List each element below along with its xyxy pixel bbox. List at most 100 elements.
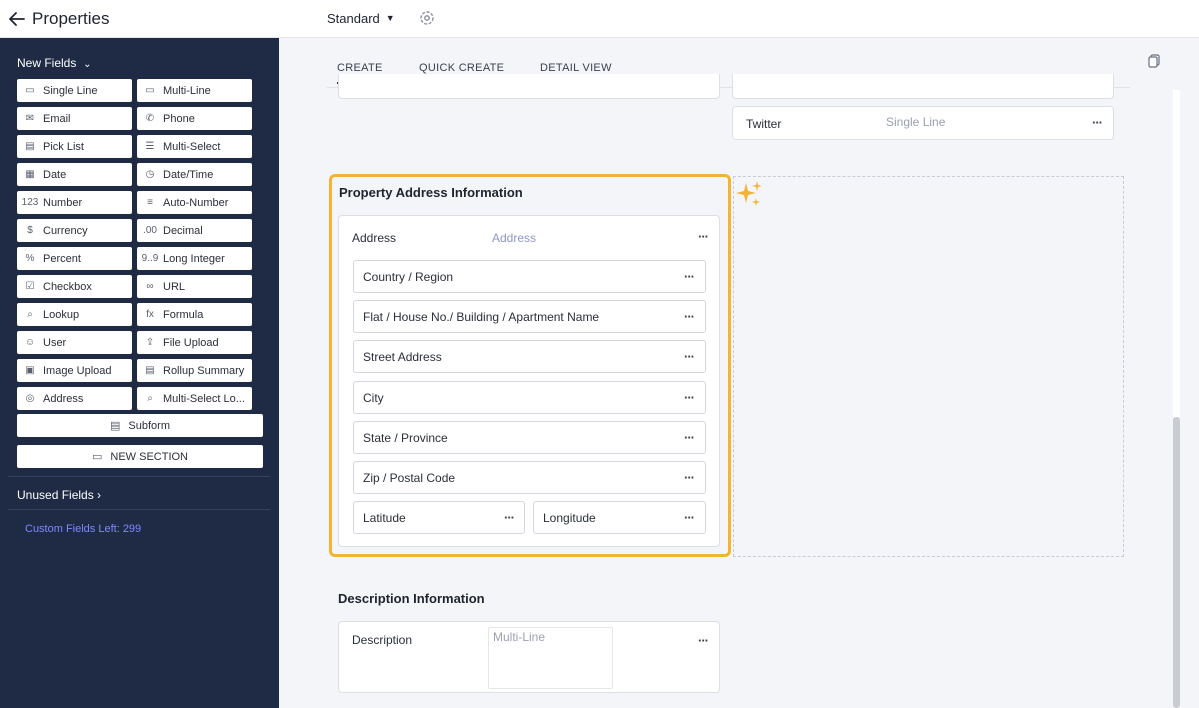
gear-icon[interactable] (418, 9, 436, 27)
scrollbar-thumb[interactable] (1173, 417, 1180, 708)
field-type-label: Multi-Line (163, 84, 211, 97)
field-type-button[interactable]: ▣ Image Upload (17, 359, 132, 382)
field-type-icon: ☰ (145, 141, 155, 152)
layout-dropdown[interactable]: Standard ▼ (327, 11, 395, 26)
tab-quick-create[interactable]: QUICK CREATE (419, 62, 504, 74)
address-subfield[interactable]: Country / Region ··· (353, 260, 706, 293)
new-section-button[interactable]: ▭ NEW SECTION (17, 445, 263, 468)
divider (8, 509, 270, 510)
subfield-label: Street Address (363, 350, 442, 365)
field-type-icon: % (25, 253, 35, 264)
field-type-label: Currency (43, 224, 88, 237)
tab-detail-view[interactable]: DETAIL VIEW (540, 62, 612, 74)
field-type-icon: ▭ (145, 85, 155, 96)
field-type-button[interactable]: ☰ Multi-Select (137, 135, 252, 158)
field-type-label: Date (43, 168, 67, 181)
field-type-button[interactable]: ☺ User (17, 331, 132, 354)
field-type-icon: ▤ (25, 141, 35, 152)
new-section-label: NEW SECTION (110, 450, 189, 463)
address-subfield[interactable]: Street Address ··· (353, 340, 706, 374)
back-arrow-icon[interactable] (8, 9, 26, 29)
field-type-button[interactable]: ▦ Date (17, 163, 132, 186)
copy-icon[interactable] (1147, 54, 1161, 68)
field-type-button[interactable]: ▭ Single Line (17, 79, 132, 102)
field-type-label: Pick List (43, 140, 84, 153)
field-card-twitter[interactable]: Twitter Single Line ··· (732, 106, 1114, 140)
address-subfield[interactable]: City ··· (353, 380, 706, 414)
field-type-button[interactable]: 123 Number (17, 191, 132, 214)
more-options-icon[interactable]: ··· (684, 349, 695, 364)
field-type-icon: ◎ (25, 393, 35, 404)
chevron-right-icon: › (93, 488, 102, 502)
more-options-icon[interactable]: ··· (684, 430, 695, 445)
top-bar: Properties Standard ▼ (0, 0, 1199, 38)
more-options-icon[interactable]: ··· (684, 309, 695, 324)
field-type-button[interactable]: ✉ Email (17, 107, 132, 130)
section-title: Description Information (338, 591, 485, 606)
field-type-button[interactable]: ☑ Checkbox (17, 275, 132, 298)
field-type-button[interactable]: ∞ URL (137, 275, 252, 298)
new-fields-label: New Fields (17, 56, 77, 70)
field-type-icon: ▣ (25, 365, 35, 376)
field-type-icon: 9..9 (141, 253, 159, 264)
field-type-button[interactable]: ▤ Rollup Summary (137, 359, 252, 382)
field-type-icon: ✆ (145, 113, 155, 124)
field-card-partial[interactable] (338, 74, 720, 99)
field-type-button[interactable]: ⌕ Lookup (17, 303, 132, 326)
section-title: Property Address Information (339, 185, 523, 200)
field-type-button[interactable]: ≡ Auto-Number (137, 191, 252, 214)
more-options-icon[interactable]: ··· (698, 633, 709, 648)
field-label: Address (352, 231, 397, 245)
field-type-button[interactable]: $ Currency (17, 219, 132, 242)
more-options-icon[interactable]: ··· (684, 390, 695, 405)
new-fields-toggle[interactable]: New Fields ⌄ (17, 56, 92, 70)
field-type-icon: fx (146, 309, 154, 320)
more-options-icon[interactable]: ··· (684, 269, 695, 284)
subfield-longitude[interactable]: Longitude ··· (533, 501, 706, 534)
divider (8, 476, 270, 477)
field-type-icon: .00 (143, 225, 157, 236)
field-type-icon: ✉ (25, 113, 35, 124)
more-options-icon[interactable]: ··· (504, 510, 515, 525)
field-type-label: Email (43, 112, 71, 125)
field-type-label: Date/Time (163, 168, 214, 181)
field-type-label: Phone (163, 112, 195, 125)
field-type-button[interactable]: 9..9 Long Integer (137, 247, 252, 270)
field-type-icon: ▭ (25, 85, 35, 96)
field-type: Single Line (886, 115, 946, 129)
field-type-button[interactable]: ▤ Pick List (17, 135, 132, 158)
field-type: Multi-Line (493, 630, 546, 644)
field-type-label: Multi-Select Lo... (163, 392, 245, 405)
more-options-icon[interactable]: ··· (698, 229, 709, 244)
address-subfield[interactable]: Flat / House No./ Building / Apartment N… (353, 300, 706, 334)
field-type-button[interactable]: fx Formula (137, 303, 252, 326)
field-type-label: Auto-Number (163, 196, 229, 209)
field-type-button[interactable]: ▭ Multi-Line (137, 79, 252, 102)
field-type-label: Lookup (43, 308, 80, 321)
field-type-button[interactable]: ✆ Phone (137, 107, 252, 130)
field-type-label: Address (43, 392, 84, 405)
subfield-label: Longitude (543, 511, 596, 525)
page-title: Properties (32, 9, 110, 28)
subform-button[interactable]: ▤ Subform (17, 414, 263, 437)
field-card-partial[interactable] (732, 74, 1114, 99)
more-options-icon[interactable]: ··· (1092, 115, 1103, 130)
field-type-label: URL (163, 280, 186, 293)
more-options-icon[interactable]: ··· (684, 510, 695, 525)
field-type-icon: ⌕ (147, 393, 153, 404)
unused-fields-toggle[interactable]: Unused Fields › (17, 488, 101, 502)
description-field-card[interactable]: Description Multi-Line ··· (338, 621, 720, 693)
field-label: Description (352, 633, 413, 647)
address-subfield[interactable]: Zip / Postal Code ··· (353, 461, 706, 494)
field-type-button[interactable]: .00 Decimal (137, 219, 252, 242)
address-subfield[interactable]: State / Province ··· (353, 420, 706, 454)
field-type-button[interactable]: ◷ Date/Time (137, 163, 252, 186)
subfield-latitude[interactable]: Latitude ··· (353, 501, 525, 534)
field-type-button[interactable]: ⌕ Multi-Select Lo... (137, 387, 252, 410)
field-type-button[interactable]: % Percent (17, 247, 132, 270)
empty-drop-zone[interactable] (733, 176, 1124, 557)
field-type-button[interactable]: ◎ Address (17, 387, 132, 410)
field-type-icon: $ (27, 225, 33, 236)
more-options-icon[interactable]: ··· (684, 470, 695, 485)
field-type-button[interactable]: ⇪ File Upload (137, 331, 252, 354)
